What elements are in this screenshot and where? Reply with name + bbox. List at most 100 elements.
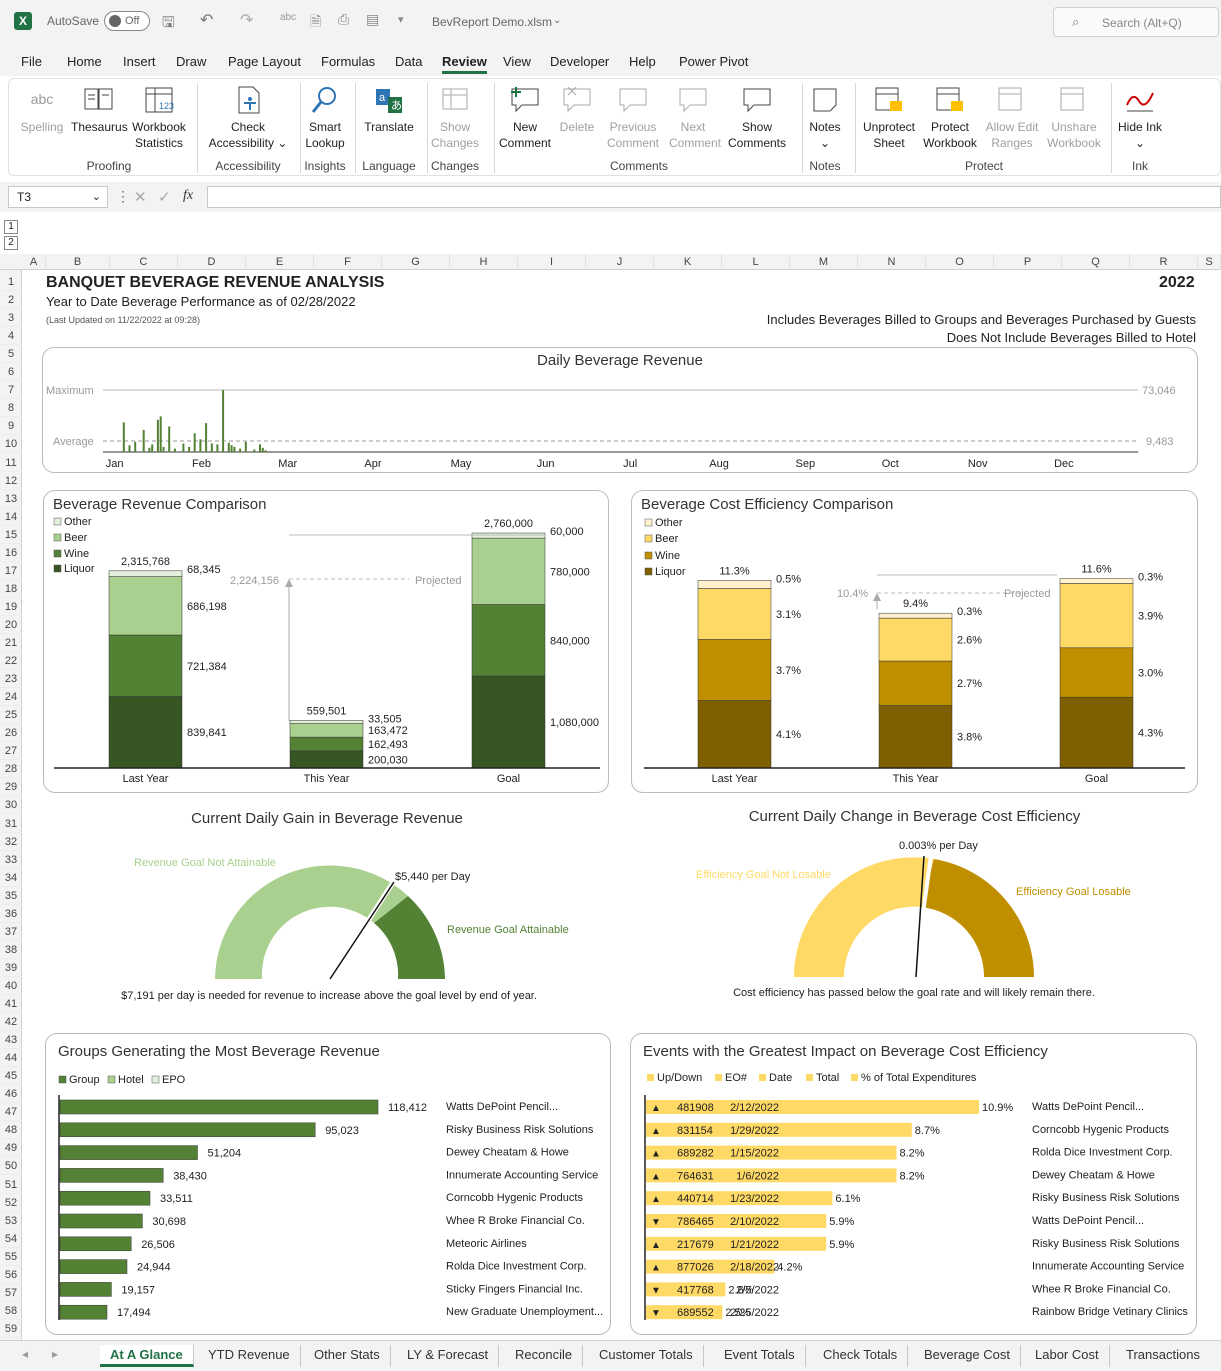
file-name[interactable]: BevReport Demo.xlsm (432, 15, 552, 29)
row-header-22[interactable]: 22 (0, 652, 22, 671)
row-header-57[interactable]: 57 (0, 1284, 22, 1302)
menu-help[interactable]: Help (629, 54, 656, 69)
next-comment-button[interactable]: Next Comment (669, 83, 721, 151)
row-header-20[interactable]: 20 (0, 616, 22, 634)
show-comments-button[interactable]: Show Comments (723, 83, 791, 151)
outline-level-2[interactable]: 2 (4, 236, 18, 250)
top-groups-panel[interactable]: Groups Generating the Most Beverage Reve… (45, 1033, 611, 1335)
column-header-q[interactable]: Q (1062, 254, 1130, 270)
thesaurus-button[interactable]: Thesaurus (71, 83, 128, 135)
row-header-7[interactable]: 7 (0, 381, 22, 400)
spelling-button[interactable]: abc Spelling (19, 83, 65, 135)
spelling-quick-icon[interactable]: abc (280, 12, 296, 23)
column-header-f[interactable]: F (314, 254, 382, 270)
tab-ly-forecast[interactable]: LY & Forecast (397, 1345, 500, 1367)
menu-insert[interactable]: Insert (123, 54, 156, 69)
column-header-n[interactable]: N (858, 254, 926, 270)
row-header-24[interactable]: 24 (0, 688, 22, 707)
formula-input[interactable] (207, 186, 1221, 208)
row-header-11[interactable]: 11 (0, 454, 22, 472)
menu-view[interactable]: View (503, 54, 531, 69)
row-header-3[interactable]: 3 (0, 309, 22, 328)
previous-comment-button[interactable]: Previous Comment (605, 83, 661, 151)
unshare-workbook-button[interactable]: Unshare Workbook (1043, 83, 1105, 151)
row-header-54[interactable]: 54 (0, 1230, 22, 1248)
row-header-12[interactable]: 12 (0, 472, 22, 490)
row-header-49[interactable]: 49 (0, 1139, 22, 1158)
tab-event-totals[interactable]: Event Totals (714, 1345, 806, 1367)
row-header-23[interactable]: 23 (0, 670, 22, 689)
row-header-43[interactable]: 43 (0, 1031, 22, 1050)
daily-revenue-panel[interactable]: Daily Beverage Revenue Maximum Average 7… (42, 347, 1198, 473)
row-header-16[interactable]: 16 (0, 544, 22, 562)
row-header-52[interactable]: 52 (0, 1194, 22, 1212)
row-header-13[interactable]: 13 (0, 490, 22, 508)
column-header-l[interactable]: L (722, 254, 790, 270)
autosave-toggle[interactable]: Off (104, 11, 150, 31)
column-header-e[interactable]: E (246, 254, 314, 270)
cancel-icon[interactable]: ✕ (134, 188, 147, 206)
form-icon[interactable]: ▤ (366, 11, 379, 28)
column-header-s[interactable]: S (1198, 254, 1221, 270)
more-options-icon[interactable]: ⋮ (116, 188, 130, 205)
show-changes-button[interactable]: Show Changes (431, 83, 479, 151)
row-header-40[interactable]: 40 (0, 977, 22, 995)
new-comment-button[interactable]: New Comment (499, 83, 551, 151)
column-header-m[interactable]: M (790, 254, 858, 270)
unprotect-sheet-button[interactable]: Unprotect Sheet (861, 83, 917, 151)
revenue-comparison-panel[interactable]: Beverage Revenue Comparison Other Beer W… (43, 490, 609, 793)
row-header-38[interactable]: 38 (0, 941, 22, 959)
row-header-10[interactable]: 10 (0, 435, 22, 454)
menu-home[interactable]: Home (67, 54, 102, 69)
document-icon[interactable]: 🗎 (310, 11, 321, 35)
row-header-14[interactable]: 14 (0, 508, 22, 526)
notes-button[interactable]: Notes ⌄ (805, 83, 845, 151)
row-header-8[interactable]: 8 (0, 399, 22, 418)
row-header-37[interactable]: 37 (0, 923, 22, 941)
row-header-19[interactable]: 19 (0, 598, 22, 616)
menu-developer[interactable]: Developer (550, 54, 609, 69)
column-header-j[interactable]: J (586, 254, 654, 270)
delete-comment-button[interactable]: Delete (557, 83, 597, 135)
customize-qat-icon[interactable]: ▾ (398, 13, 404, 26)
row-header-36[interactable]: 36 (0, 905, 22, 923)
row-header-50[interactable]: 50 (0, 1157, 22, 1176)
column-header-i[interactable]: I (518, 254, 586, 270)
row-header-18[interactable]: 18 (0, 580, 22, 598)
row-header-2[interactable]: 2 (0, 291, 22, 310)
row-header-28[interactable]: 28 (0, 760, 22, 779)
row-header-30[interactable]: 30 (0, 796, 22, 815)
row-header-25[interactable]: 25 (0, 706, 22, 725)
row-header-56[interactable]: 56 (0, 1266, 22, 1284)
row-header-44[interactable]: 44 (0, 1049, 22, 1068)
chevron-down-icon[interactable]: ⌄ (92, 190, 101, 203)
name-box[interactable]: T3 ⌄ (8, 186, 108, 208)
row-header-59[interactable]: 59 (0, 1320, 22, 1338)
insert-function-icon[interactable]: fx (183, 188, 193, 204)
menu-file[interactable]: File (21, 54, 42, 69)
row-header-4[interactable]: 4 (0, 327, 22, 346)
tab-check-totals[interactable]: Check Totals (813, 1345, 909, 1367)
menu-draw[interactable]: Draw (176, 54, 206, 69)
top-events-panel[interactable]: Events with the Greatest Impact on Bever… (630, 1033, 1197, 1335)
tab-beverage-cost[interactable]: Beverage Cost (914, 1345, 1021, 1367)
allow-edit-ranges-button[interactable]: Allow Edit Ranges (985, 83, 1039, 151)
tab-reconcile[interactable]: Reconcile (505, 1345, 584, 1367)
tab-at-a-glance[interactable]: At A Glance (100, 1345, 194, 1367)
tab-other-stats[interactable]: Other Stats (304, 1345, 391, 1367)
column-header-c[interactable]: C (110, 254, 178, 270)
row-header-17[interactable]: 17 (0, 562, 22, 580)
row-header-58[interactable]: 58 (0, 1302, 22, 1320)
row-header-34[interactable]: 34 (0, 869, 22, 887)
menu-formulas[interactable]: Formulas (321, 54, 375, 69)
column-header-p[interactable]: P (994, 254, 1062, 270)
row-header-55[interactable]: 55 (0, 1248, 22, 1266)
row-header-5[interactable]: 5 (0, 345, 22, 364)
redo-icon[interactable]: ↷ (240, 10, 253, 30)
column-header-a[interactable]: A (22, 254, 46, 270)
menu-review[interactable]: Review (442, 54, 487, 74)
row-header-21[interactable]: 21 (0, 634, 22, 652)
row-header-51[interactable]: 51 (0, 1176, 22, 1194)
chevron-down-icon[interactable]: ⌄ (553, 15, 561, 26)
row-header-53[interactable]: 53 (0, 1212, 22, 1230)
